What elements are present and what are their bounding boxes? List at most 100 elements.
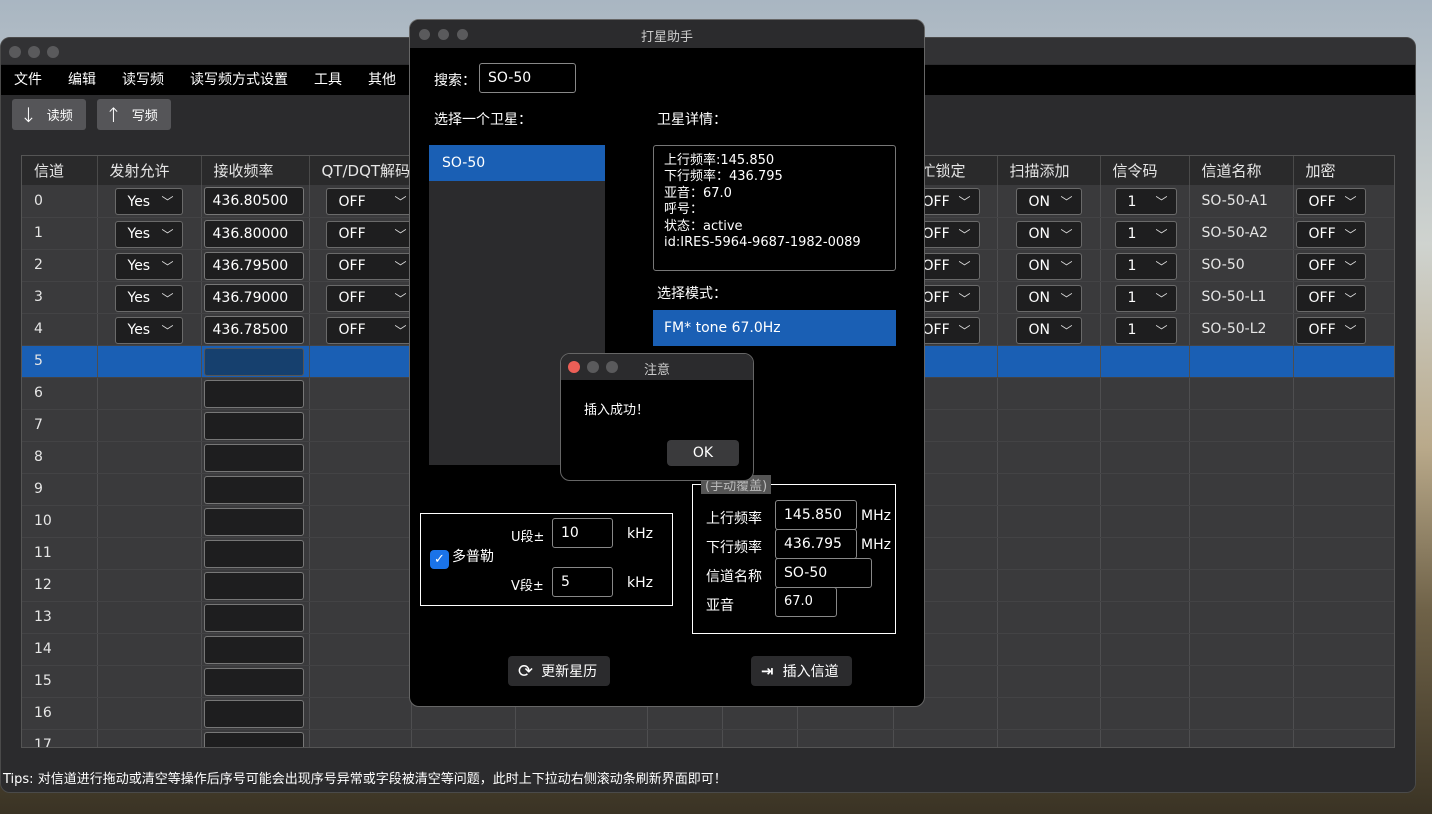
- rx-freq-field[interactable]: [203, 379, 304, 408]
- write-button[interactable]: ↑ 写频: [97, 99, 171, 130]
- chevron-down-icon: ﹀: [1060, 323, 1073, 338]
- rx-freq-field[interactable]: 436.80500: [203, 187, 304, 215]
- tx-allow-select[interactable]: Yes ﹀: [114, 316, 183, 344]
- cell: [997, 409, 1101, 442]
- dropdown-value: 1: [1127, 258, 1137, 274]
- signal-code-select[interactable]: 1 ﹀: [1114, 220, 1177, 248]
- cell: [309, 665, 412, 698]
- rx-freq-field[interactable]: [203, 507, 304, 536]
- col-channel-name[interactable]: 信道名称: [1189, 156, 1294, 185]
- menu-other[interactable]: 其他: [355, 65, 409, 95]
- rx-freq-field[interactable]: 436.80000: [203, 219, 304, 248]
- v-band-input[interactable]: 5: [552, 567, 613, 597]
- dropdown-value: OFF: [338, 193, 366, 210]
- encrypt-select[interactable]: OFF ﹀: [1295, 316, 1366, 344]
- close-light[interactable]: [9, 46, 21, 58]
- chname-input[interactable]: SO-50: [775, 558, 872, 588]
- cell: [997, 377, 1101, 410]
- rx-freq-field[interactable]: 436.78500: [203, 315, 304, 344]
- encrypt-select[interactable]: OFF ﹀: [1295, 188, 1366, 215]
- scan-add-select[interactable]: ON ﹀: [1015, 220, 1082, 248]
- col-channel[interactable]: 信道: [22, 156, 98, 185]
- tx-allow-select[interactable]: Yes ﹀: [114, 284, 183, 312]
- zoom-light[interactable]: [47, 46, 59, 58]
- channel-name[interactable]: SO-50-L2: [1189, 313, 1294, 346]
- rx-freq-field[interactable]: [203, 667, 304, 696]
- encrypt-select[interactable]: OFF ﹀: [1295, 220, 1366, 248]
- arrow-up-icon: ↑: [105, 102, 122, 127]
- qt-decode-select[interactable]: OFF ﹀: [325, 252, 416, 280]
- tips-bar: Tips: 对信道进行拖动或清空等操作后序号可能会出现序号异常或字段被清空等问题…: [1, 768, 1415, 792]
- qt-decode-select[interactable]: OFF ﹀: [325, 316, 416, 344]
- channel-name[interactable]: SO-50: [1189, 249, 1294, 282]
- qt-decode-select[interactable]: OFF ﹀: [325, 284, 416, 312]
- rx-freq-field[interactable]: 436.79000: [203, 283, 304, 312]
- rx-freq-field[interactable]: [203, 603, 304, 632]
- col-qt-decode[interactable]: QT/DQT解码: [309, 156, 412, 185]
- menu-file[interactable]: 文件: [1, 65, 55, 95]
- cell: ON ﹀: [997, 313, 1101, 346]
- signal-code-select[interactable]: 1 ﹀: [1114, 188, 1177, 215]
- qt-decode-select[interactable]: OFF ﹀: [325, 188, 416, 215]
- col-signal-code[interactable]: 信令码: [1100, 156, 1190, 185]
- cell: [97, 537, 202, 570]
- u-band-input[interactable]: 10: [552, 518, 613, 548]
- chevron-down-icon: ﹀: [394, 291, 407, 306]
- doppler-group: ✓ 多普勒 U段± 10 kHz V段± 5 kHz: [420, 513, 673, 606]
- satellite-details: 上行频率:145.850 下行频率：436.795 亚音：67.0 呼号： 状态…: [653, 145, 896, 271]
- rx-freq-field[interactable]: [203, 635, 304, 664]
- arrow-down-icon: ↓: [20, 102, 37, 127]
- read-button[interactable]: ↓ 读频: [12, 99, 86, 130]
- doppler-checkbox[interactable]: ✓: [430, 550, 449, 569]
- scan-add-select[interactable]: ON ﹀: [1015, 252, 1082, 280]
- scan-add-select[interactable]: ON ﹀: [1015, 316, 1082, 344]
- uplink-input[interactable]: 145.850: [775, 500, 857, 530]
- signal-code-select[interactable]: 1 ﹀: [1114, 316, 1177, 344]
- chevron-down-icon: ﹀: [958, 291, 971, 306]
- uplink-unit: MHz: [861, 508, 891, 524]
- rx-freq-field[interactable]: [203, 475, 304, 504]
- notice-dialog: 注意 插入成功！ OK: [560, 353, 754, 481]
- rx-freq-field[interactable]: 436.79500: [203, 251, 304, 280]
- rx-freq-field[interactable]: [203, 731, 304, 747]
- col-tx-allow[interactable]: 发射允许: [97, 156, 202, 185]
- qt-decode-select[interactable]: OFF ﹀: [325, 220, 416, 248]
- tx-allow-select[interactable]: Yes ﹀: [114, 220, 183, 248]
- insert-channel-button[interactable]: ⇥ 插入信道: [751, 656, 852, 686]
- tx-allow-select[interactable]: Yes ﹀: [114, 252, 183, 280]
- encrypt-select[interactable]: OFF ﹀: [1295, 252, 1366, 280]
- channel-name[interactable]: SO-50-L1: [1189, 281, 1294, 314]
- downlink-input[interactable]: 436.795: [775, 529, 857, 559]
- scan-add-select[interactable]: ON ﹀: [1015, 284, 1082, 312]
- col-encrypt[interactable]: 加密: [1293, 156, 1394, 185]
- rx-freq-field[interactable]: [203, 411, 304, 440]
- update-ephemeris-button[interactable]: ⟳ 更新星历: [508, 656, 610, 686]
- rx-freq-field[interactable]: [203, 699, 304, 728]
- table-row[interactable]: 17: [22, 729, 1394, 747]
- rx-freq-field[interactable]: [203, 571, 304, 600]
- rx-freq-field[interactable]: [203, 443, 304, 472]
- channel-name[interactable]: SO-50-A1: [1189, 185, 1294, 218]
- minimize-light[interactable]: [28, 46, 40, 58]
- rx-freq-field[interactable]: [203, 539, 304, 568]
- signal-code-select[interactable]: 1 ﹀: [1114, 252, 1177, 280]
- menu-rw-settings[interactable]: 读写频方式设置: [177, 65, 301, 95]
- tone-input[interactable]: 67.0: [775, 587, 837, 617]
- menu-readwrite[interactable]: 读写频: [109, 65, 177, 95]
- col-rx-freq[interactable]: 接收频率: [201, 156, 310, 185]
- cell: OFF ﹀: [309, 249, 416, 282]
- ok-button[interactable]: OK: [667, 440, 739, 466]
- cell: [1100, 505, 1190, 538]
- encrypt-select[interactable]: OFF ﹀: [1295, 284, 1366, 312]
- menu-edit[interactable]: 编辑: [55, 65, 109, 95]
- rx-freq-field[interactable]: [203, 347, 304, 376]
- col-scan-add[interactable]: 扫描添加: [997, 156, 1101, 185]
- channel-name[interactable]: SO-50-A2: [1189, 217, 1294, 250]
- scan-add-select[interactable]: ON ﹀: [1015, 188, 1082, 215]
- signal-code-select[interactable]: 1 ﹀: [1114, 284, 1177, 312]
- mode-item[interactable]: FM* tone 67.0Hz: [653, 310, 896, 346]
- tx-allow-select[interactable]: Yes ﹀: [114, 188, 183, 215]
- menu-tools[interactable]: 工具: [301, 65, 355, 95]
- search-input[interactable]: SO-50: [479, 63, 576, 93]
- satellite-item[interactable]: SO-50: [429, 145, 605, 181]
